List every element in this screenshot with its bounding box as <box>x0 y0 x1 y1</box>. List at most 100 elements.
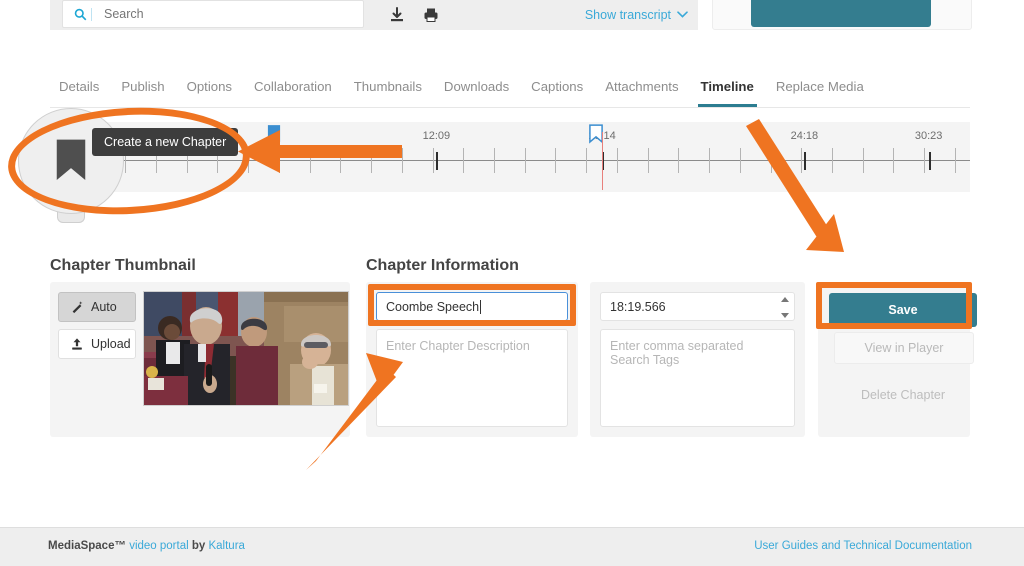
text-cursor <box>480 299 482 314</box>
footer-portal-link[interactable]: video portal <box>129 540 188 552</box>
timeline-tick-minor <box>278 148 280 173</box>
chapter-time-value: 18:19.566 <box>610 299 666 314</box>
create-chapter-button-magnified[interactable] <box>18 108 124 214</box>
save-button[interactable]: Save <box>829 293 977 327</box>
timeline-tick-minor <box>401 148 403 173</box>
create-chapter-tooltip: Create a new Chapter <box>92 128 239 156</box>
delete-chapter-label: Delete Chapter <box>860 388 946 402</box>
chapter-actions-panel: Save View in Player Delete Chapter <box>818 282 977 437</box>
footer-brand-name: MediaSpace™ <box>48 540 126 552</box>
top-right-primary-button[interactable] <box>751 0 931 27</box>
timeline-tick-minor <box>555 148 557 173</box>
thumbnail-auto-label: Auto <box>91 300 117 314</box>
timeline-time-label: 12:09 <box>422 130 451 142</box>
top-right-panel <box>712 0 972 30</box>
timeline-tick-minor <box>248 148 250 173</box>
view-in-player-button[interactable]: View in Player <box>834 332 974 364</box>
tab-options[interactable]: Options <box>176 74 243 100</box>
timeline-time-label: 30:23 <box>914 130 943 142</box>
search-divider <box>91 7 92 21</box>
tab-attachments[interactable]: Attachments <box>594 74 689 100</box>
tab-details[interactable]: Details <box>50 74 110 100</box>
timeline-tick-minor <box>832 148 833 173</box>
timeline-tick-minor <box>309 148 311 173</box>
magic-wand-icon <box>72 301 83 314</box>
chapter-thumbnail-title: Chapter Thumbnail <box>50 257 196 274</box>
spinner-up-icon[interactable] <box>780 297 789 302</box>
page-root: Show transcript DetailsPublishOptionsCol… <box>0 0 1024 566</box>
timeline-playhead[interactable] <box>602 132 603 190</box>
delete-chapter-button[interactable]: Delete Chapter <box>834 385 972 405</box>
footer: MediaSpace™ video portal by Kaltura User… <box>0 527 1024 566</box>
footer-docs-link[interactable]: User Guides and Technical Documentation <box>754 540 972 552</box>
tab-collaboration[interactable]: Collaboration <box>243 74 343 100</box>
download-icon[interactable] <box>388 6 406 24</box>
show-transcript-label: Show transcript <box>584 8 671 22</box>
chapter-thumbnail-image[interactable] <box>143 291 349 406</box>
thumbnail-auto-button[interactable]: Auto <box>58 292 136 322</box>
tab-thumbnails[interactable]: Thumbnails <box>343 74 433 100</box>
thumbnail-upload-label: Upload <box>91 337 131 351</box>
annotation-arrow-save-head <box>806 214 844 252</box>
chapter-title-input[interactable]: Coombe Speech <box>376 292 568 321</box>
timeline-tick-minor <box>432 148 434 173</box>
timeline-tick-minor <box>616 148 618 173</box>
timeline-tick-minor <box>463 148 465 173</box>
spinner-down-icon[interactable] <box>780 313 789 318</box>
chapter-description-placeholder: Enter Chapter Description <box>386 339 530 353</box>
timeline-tick-minor <box>893 148 895 173</box>
chapter-time-tags-panel: 18:19.566 Enter comma separated Search T… <box>590 282 805 437</box>
timeline-tick-minor <box>770 148 772 173</box>
timeline-tick-minor <box>739 148 741 173</box>
timeline-tick-major <box>804 152 807 170</box>
timeline-tick-minor <box>586 148 588 173</box>
search-input[interactable] <box>102 6 363 22</box>
chapter-time-stepper[interactable] <box>780 297 789 318</box>
timeline-tick-minor <box>371 148 373 173</box>
save-button-label: Save <box>888 303 918 317</box>
show-transcript-toggle[interactable]: Show transcript <box>585 8 688 22</box>
timeline-time-label: 24:18 <box>790 130 819 142</box>
timeline-tick-minor <box>862 148 864 173</box>
transcript-toolbar: Show transcript <box>50 0 698 30</box>
tooltip-label: Create a new Chapter <box>104 135 227 149</box>
footer-company-link[interactable]: Kaltura <box>208 540 244 552</box>
tab-replace-media[interactable]: Replace Media <box>765 74 875 100</box>
chapter-thumbnail-panel: Auto Upload <box>50 282 350 437</box>
timeline-tick-minor <box>493 148 495 173</box>
chapter-title-value: Coombe Speech <box>386 299 480 314</box>
timeline-tick-minor <box>647 148 649 173</box>
chapter-information-title: Chapter Information <box>366 257 519 274</box>
print-icon[interactable] <box>422 6 440 24</box>
chapter-time-input[interactable]: 18:19.566 <box>600 292 795 321</box>
timeline-tick-minor <box>801 148 803 173</box>
timeline-tick-minor <box>709 148 711 173</box>
tab-timeline[interactable]: Timeline <box>690 74 765 107</box>
chapter-info-panel: Coombe Speech Enter Chapter Description <box>366 282 578 437</box>
chapter-description-input[interactable]: Enter Chapter Description <box>376 329 568 427</box>
chevron-down-icon <box>677 10 688 21</box>
view-in-player-label: View in Player <box>864 341 944 355</box>
footer-brand: MediaSpace™ video portal by Kaltura <box>48 540 245 552</box>
entry-tabs: Details Publish Options Collaboration Thumbn… <box>50 74 970 110</box>
footer-by: by <box>191 540 206 552</box>
timeline-tick-major <box>928 152 931 170</box>
tab-publish[interactable]: Publish <box>110 74 175 100</box>
chapter-tags-placeholder: Enter comma separated Search Tags <box>610 339 744 367</box>
search-box[interactable] <box>62 0 364 28</box>
timeline-tick-minor <box>678 148 680 173</box>
thumbnail-upload-button[interactable]: Upload <box>58 329 136 359</box>
upload-icon <box>72 338 82 350</box>
chapter-tags-input[interactable]: Enter comma separated Search Tags <box>600 329 795 427</box>
search-icon <box>71 8 89 21</box>
tab-downloads[interactable]: Downloads <box>433 74 520 100</box>
timeline-tick-major <box>436 152 439 170</box>
timeline-tick-minor <box>524 148 526 173</box>
tab-captions[interactable]: Captions <box>520 74 594 100</box>
timeline-tick-minor <box>924 148 926 173</box>
bookmark-icon <box>56 139 86 180</box>
tabs-divider <box>50 107 970 108</box>
timeline-tick-minor <box>340 148 342 173</box>
chapter-marker-filled[interactable] <box>266 124 281 144</box>
timeline-tick-minor <box>954 148 956 173</box>
